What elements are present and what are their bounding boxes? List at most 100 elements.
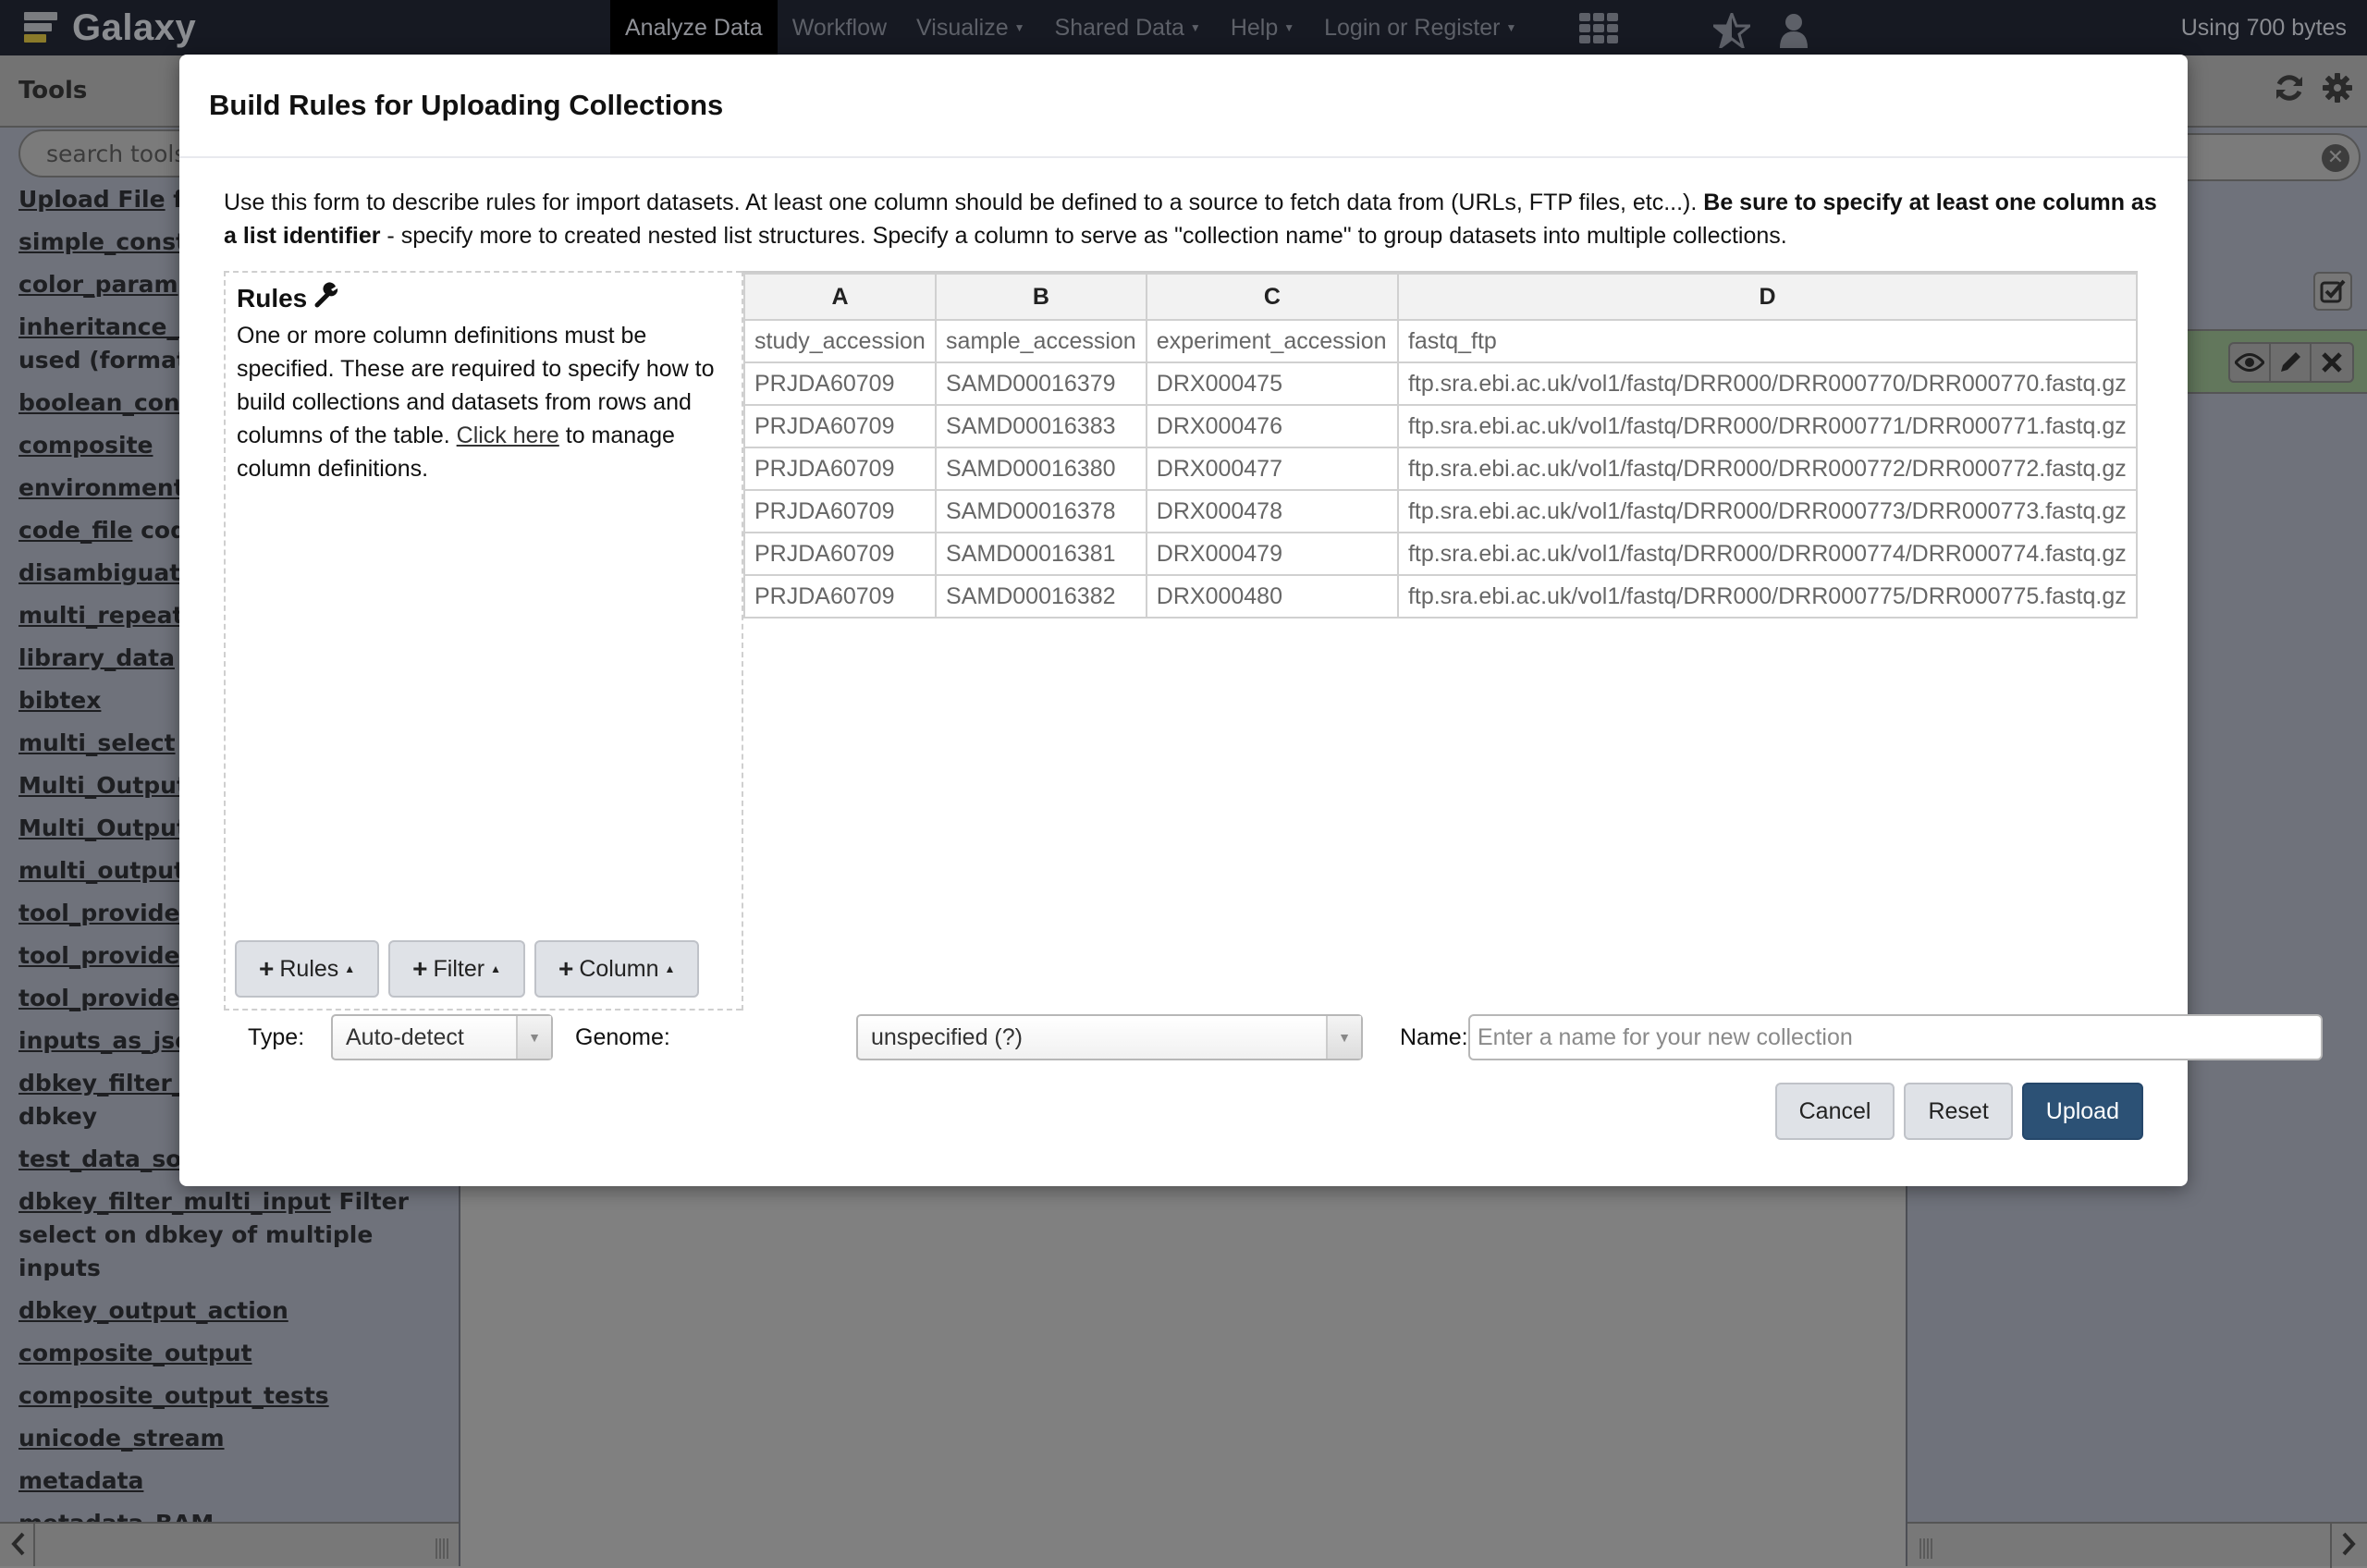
tool-link[interactable]: multi_repeats (18, 602, 197, 629)
select-items-button[interactable] (2313, 272, 2352, 311)
table-row: PRJDA60709 SAMD00016378 DRX000478 ftp.sra.e… (743, 489, 2138, 533)
name-label: Name: (1400, 1023, 1468, 1050)
tool-item[interactable]: composite_output_tests (18, 1379, 453, 1413)
tool-link[interactable]: Multi_Output (18, 772, 188, 799)
brand-name: Galaxy (72, 6, 197, 48)
add-filter-button[interactable]: + Filter ▲ (388, 940, 525, 998)
tool-link[interactable]: color_param (18, 271, 178, 298)
resize-handle-icon[interactable] (435, 1538, 449, 1564)
data-table-container[interactable]: ABCD study_accession sample_accession expe… (742, 271, 2138, 1011)
table-cell: DRX000479 (1145, 532, 1399, 576)
nav-item-analyze-data[interactable]: Analyze Data (610, 0, 778, 55)
delete-icon[interactable] (2312, 344, 2352, 381)
genome-selected-value: unspecified (?) (871, 1023, 1023, 1050)
rule-builder-modal: Build Rules for Uploading Collections Us… (179, 55, 2323, 1186)
tool-item[interactable]: unicode_stream (18, 1422, 453, 1455)
table-cell: SAMD00016380 (935, 447, 1147, 491)
resize-handle-icon[interactable] (1919, 1538, 1933, 1564)
plus-icon: + (259, 954, 275, 983)
pencil-icon[interactable] (2271, 344, 2312, 381)
tool-link[interactable]: dbkey_output_action (18, 1297, 288, 1324)
add-rules-button[interactable]: + Rules ▲ (235, 940, 380, 998)
tool-item[interactable]: dbkey_filter_multi_input Filter select o… (18, 1185, 453, 1285)
footer-divider (2330, 1524, 2332, 1568)
table-cell: PRJDA60709 (743, 361, 938, 406)
nav-item-shared-data[interactable]: Shared Data ▼ (1040, 0, 1216, 55)
tool-panel-footer (0, 1522, 459, 1566)
table-cell: PRJDA60709 (743, 489, 938, 533)
clear-search-icon[interactable]: ✕ (2322, 144, 2349, 172)
tool-link[interactable]: unicode_stream (18, 1425, 225, 1452)
genome-label: Genome: (575, 1023, 670, 1050)
type-select[interactable]: Auto-detect ▼ (331, 1014, 553, 1060)
table-cell: ftp.sra.ebi.ac.uk/vol1/fastq/DRR000/DRR0… (1396, 447, 2138, 491)
column-header[interactable]: B (935, 273, 1147, 321)
data-table: ABCD study_accession sample_accession expe… (743, 273, 2138, 619)
nav-item-label: Shared Data (1054, 14, 1184, 41)
button-label: Column (579, 955, 659, 982)
refresh-icon[interactable] (2275, 73, 2304, 109)
apps-grid-icon[interactable] (1579, 13, 1618, 50)
user-icon[interactable] (1779, 13, 1809, 54)
table-cell: PRJDA60709 (743, 404, 938, 448)
genome-select[interactable]: unspecified (?) ▼ (856, 1014, 1363, 1060)
collapse-left-icon[interactable] (11, 1531, 26, 1562)
tool-link[interactable]: multi_select (18, 729, 176, 756)
table-cell: sample_accession (935, 319, 1147, 363)
rules-panel: Rules One or more column definitions mus… (224, 271, 742, 1011)
tool-link[interactable]: metadata (18, 1467, 143, 1494)
tool-link[interactable]: dbkey_filter_multi_input (18, 1188, 331, 1215)
add-column-button[interactable]: + Column ▲ (533, 940, 700, 998)
quota-usage[interactable]: Using 700 bytes (2181, 0, 2347, 55)
wrench-icon[interactable] (314, 282, 340, 314)
column-header[interactable]: A (743, 273, 938, 321)
tool-link[interactable]: bibtex (18, 687, 101, 714)
reset-button[interactable]: Reset (1904, 1083, 2013, 1140)
nav-item-workflow[interactable]: Workflow (778, 0, 901, 55)
rules-title: Rules (237, 283, 308, 312)
table-row: PRJDA60709 SAMD00016383 DRX000476 ftp.sra.e… (743, 404, 2138, 448)
table-header-row: ABCD (743, 273, 2138, 321)
rules-description: One or more column definitions must be s… (237, 319, 736, 485)
column-header[interactable]: C (1145, 273, 1399, 321)
nav-item-help[interactable]: Help ▼ (1216, 0, 1309, 55)
table-cell: DRX000478 (1145, 489, 1399, 533)
tool-item[interactable]: composite_output (18, 1337, 453, 1370)
tool-link[interactable]: composite_output_tests (18, 1382, 329, 1409)
cancel-button[interactable]: Cancel (1774, 1083, 1895, 1140)
star-icon[interactable] (1710, 9, 1754, 54)
collection-name-input[interactable] (1468, 1014, 2323, 1060)
caret-up-icon: ▲ (664, 962, 676, 975)
table-cell: DRX000475 (1145, 361, 1399, 406)
tool-link[interactable]: composite (18, 432, 153, 459)
collapse-right-icon[interactable] (2341, 1531, 2356, 1562)
tool-link[interactable]: library_data (18, 644, 175, 671)
eye-icon[interactable] (2230, 344, 2271, 381)
nav-item-login-or-register[interactable]: Login or Register ▼ (1309, 0, 1531, 55)
tool-item[interactable]: dbkey_output_action (18, 1294, 453, 1328)
table-cell: ftp.sra.ebi.ac.uk/vol1/fastq/DRR000/DRR0… (1396, 361, 2138, 406)
intro-text-part2: - specify more to created nested list st… (380, 223, 1787, 249)
tool-item[interactable]: metadata (18, 1464, 453, 1498)
footer-divider (33, 1524, 35, 1566)
tool-link[interactable]: Upload File (18, 186, 166, 213)
table-cell: DRX000480 (1145, 574, 1399, 619)
tool-link[interactable]: composite_output (18, 1340, 252, 1366)
gear-icon[interactable] (2323, 72, 2352, 109)
table-cell: ftp.sra.ebi.ac.uk/vol1/fastq/DRR000/DRR0… (1396, 489, 2138, 533)
top-navbar: Galaxy Analyze Data Workflow Visualize ▼ Sha… (0, 0, 2367, 55)
brand[interactable]: Galaxy (24, 6, 196, 50)
nav-item-visualize[interactable]: Visualize ▼ (901, 0, 1040, 55)
rule-buttons: + Rules ▲ + Filter ▲ + Column ▲ (235, 940, 700, 998)
tool-link[interactable]: code_file (18, 517, 132, 544)
table-cell: study_accession (743, 319, 938, 363)
dropdown-arrow-icon[interactable]: ▼ (1326, 1016, 1361, 1059)
button-label: Filter (433, 955, 485, 982)
manage-columns-link[interactable]: Click here (457, 423, 559, 448)
caret-down-icon: ▼ (1505, 21, 1517, 34)
table-row: PRJDA60709 SAMD00016382 DRX000480 ftp.sra.e… (743, 574, 2138, 619)
upload-button[interactable]: Upload (2021, 1083, 2143, 1140)
tool-link[interactable]: Multi_Output_ (18, 815, 199, 841)
dropdown-arrow-icon[interactable]: ▼ (516, 1016, 551, 1059)
column-header[interactable]: D (1396, 273, 2138, 321)
